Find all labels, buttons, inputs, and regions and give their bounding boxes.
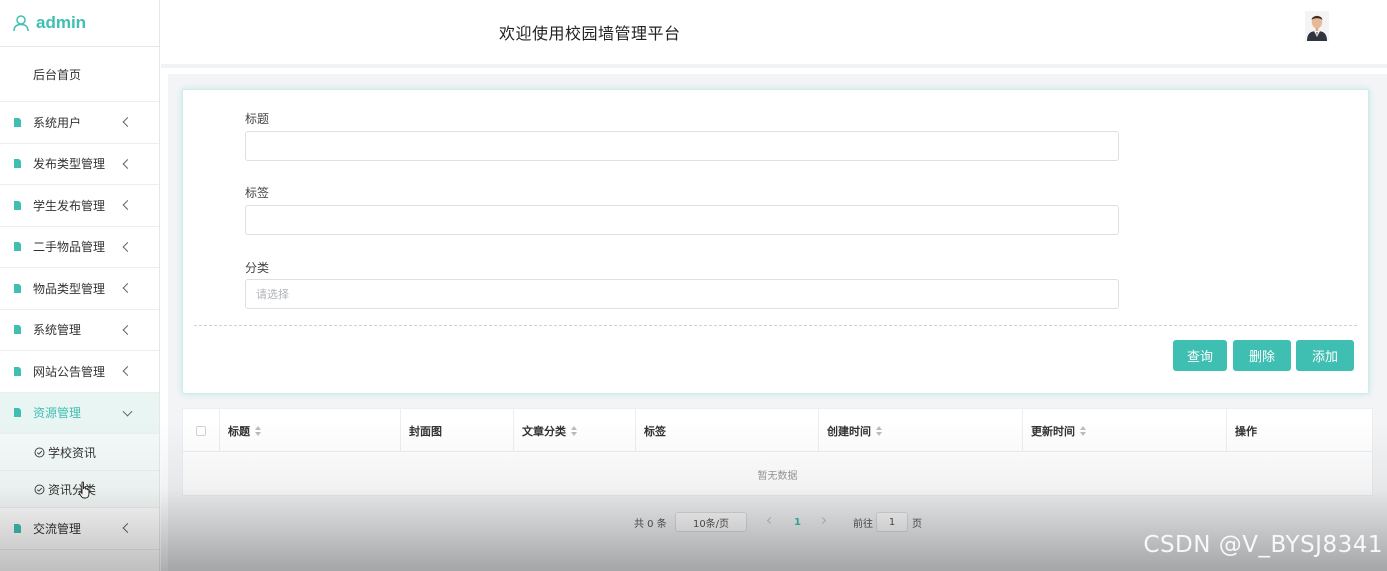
user-icon [13, 15, 29, 32]
column-header-actions: 操作 [1227, 409, 1372, 452]
hand-cursor-icon [78, 481, 90, 499]
sort-icon[interactable] [876, 425, 882, 436]
document-icon [14, 159, 21, 169]
sidebar-item-label: 二手物品管理 [33, 240, 106, 255]
column-header-category[interactable]: 文章分类 [514, 409, 636, 452]
column-header-title[interactable]: 标题 [220, 409, 401, 452]
page-size-select[interactable]: 10条/页 [675, 512, 747, 532]
column-label: 文章分类 [522, 424, 566, 438]
chevron-left-icon [122, 158, 133, 169]
watermark: CSDN @V_BYSJ8341 [1143, 532, 1383, 558]
brand-name: admin [36, 13, 87, 32]
sort-icon[interactable] [255, 425, 261, 436]
brand: admin [0, 0, 159, 47]
category-select[interactable]: 请选择 [245, 279, 1119, 309]
category-placeholder: 请选择 [256, 288, 289, 301]
chevron-left-icon [122, 523, 133, 534]
sidebar-item-label: 网站公告管理 [33, 364, 106, 379]
delete-button[interactable]: 删除 [1233, 340, 1291, 371]
query-button[interactable]: 查询 [1173, 340, 1227, 371]
check-circle-icon [34, 484, 45, 494]
column-header-cover: 封面图 [401, 409, 514, 452]
page-title: 欢迎使用校园墙管理平台 [499, 24, 681, 43]
sidebar-item-label: 物品类型管理 [33, 281, 106, 296]
table-header: 标题 封面图 文章分类 标签 创建时间 更新时间 操作 [183, 409, 1372, 452]
chevron-left-icon [122, 117, 133, 128]
sidebar: admin 后台首页 系统用户 发布类型管理 学生发布管理 二手物品管理 物品类… [0, 0, 160, 571]
document-icon [14, 283, 21, 293]
document-icon [14, 523, 21, 533]
chevron-left-icon [122, 366, 133, 377]
document-icon [14, 325, 21, 335]
column-label: 封面图 [409, 424, 442, 438]
select-all-checkbox[interactable] [196, 425, 206, 436]
tag-label: 标签 [245, 186, 270, 200]
sidebar-item-label: 系统管理 [33, 323, 82, 338]
sidebar-item-label: 发布类型管理 [33, 157, 106, 172]
document-icon [14, 408, 21, 418]
title-input[interactable] [245, 131, 1119, 161]
document-icon [14, 242, 21, 252]
chevron-left-icon [122, 241, 133, 252]
search-form: 标题 标签 分类 请选择 查询 删除 添加 [182, 89, 1369, 394]
column-label: 更新时间 [1031, 424, 1075, 438]
column-header-updated[interactable]: 更新时间 [1023, 409, 1227, 452]
column-header-tag: 标签 [636, 409, 819, 452]
document-icon [14, 366, 21, 376]
tag-input[interactable] [245, 205, 1119, 235]
document-icon [14, 117, 21, 127]
sidebar-subitem-news-categories[interactable]: 资讯分类 [0, 471, 159, 508]
sort-icon[interactable] [571, 425, 577, 436]
sidebar-subitem-label: 学校资讯 [48, 445, 97, 460]
sidebar-item-announcements[interactable]: 网站公告管理 [0, 351, 159, 393]
sidebar-item-system[interactable]: 系统管理 [0, 310, 159, 351]
check-circle-icon [34, 447, 45, 457]
header: 欢迎使用校园墙管理平台 [161, 0, 1387, 68]
column-label: 标题 [228, 424, 250, 438]
chevron-left-icon [122, 200, 133, 211]
column-label: 操作 [1235, 424, 1257, 438]
chevron-left-icon [122, 324, 133, 335]
page-unit: 页 [912, 518, 922, 530]
chevron-down-icon [122, 406, 133, 417]
add-button[interactable]: 添加 [1296, 340, 1354, 371]
sidebar-item-student-posts[interactable]: 学生发布管理 [0, 185, 159, 227]
title-label: 标题 [245, 112, 270, 126]
sidebar-item-second-hand[interactable]: 二手物品管理 [0, 227, 159, 268]
sidebar-item-publish-types[interactable]: 发布类型管理 [0, 144, 159, 185]
chevron-left-icon [122, 283, 133, 294]
goto-page-input[interactable]: 1 [876, 512, 908, 532]
sidebar-item-system-users[interactable]: 系统用户 [0, 102, 159, 144]
sidebar-subitem-school-news[interactable]: 学校资讯 [0, 434, 159, 471]
sidebar-item-home[interactable]: 后台首页 [0, 47, 159, 102]
sidebar-item-exchange[interactable]: 交流管理 [0, 508, 159, 550]
column-label: 创建时间 [827, 424, 871, 438]
divider [194, 325, 1357, 326]
sidebar-item-resources[interactable]: 资源管理 [0, 392, 159, 434]
sidebar-item-item-types[interactable]: 物品类型管理 [0, 268, 159, 310]
avatar[interactable] [1305, 11, 1329, 41]
sidebar-item-label: 系统用户 [33, 115, 82, 130]
pagination-total: 共 0 条 [634, 518, 667, 530]
sidebar-item-label: 学生发布管理 [33, 198, 106, 213]
data-table: 标题 封面图 文章分类 标签 创建时间 更新时间 操作 暂无数据 [182, 408, 1373, 496]
empty-message: 暂无数据 [757, 471, 798, 482]
category-label: 分类 [245, 261, 270, 275]
sort-icon[interactable] [1080, 425, 1086, 436]
column-header-created[interactable]: 创建时间 [819, 409, 1023, 452]
select-all-cell [183, 409, 220, 452]
sidebar-item-label: 交流管理 [33, 521, 82, 536]
current-page[interactable]: 1 [794, 512, 801, 532]
column-label: 标签 [644, 424, 666, 438]
goto-label: 前往 [853, 518, 873, 530]
sidebar-item-label: 资源管理 [33, 406, 82, 421]
document-icon [14, 200, 21, 210]
